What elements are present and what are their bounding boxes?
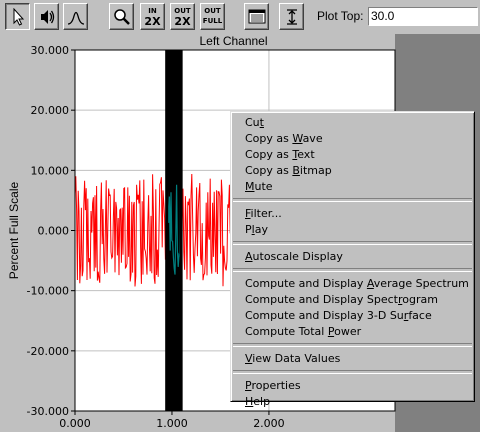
menu-item-view-data-values[interactable]: View Data Values — [231, 351, 474, 367]
menu-item-compute-and-display-3-d-surface[interactable]: Compute and Display 3-D Surface — [231, 308, 474, 324]
menu-item-play[interactable]: Play — [231, 222, 474, 238]
y-tick-label: 20.000 — [31, 104, 70, 117]
y-tick-label: -10.000 — [27, 285, 69, 298]
menu-item-copy-as-bitmap[interactable]: Copy as Bitmap — [231, 163, 474, 179]
x-tick-label: 1.000 — [156, 417, 188, 430]
menu-separator — [233, 268, 472, 272]
menu-separator — [233, 241, 472, 245]
menu-item-compute-and-display-spectrogram[interactable]: Compute and Display Spectrogram — [231, 292, 474, 308]
menu-item-properties[interactable]: Properties — [231, 378, 474, 394]
menu-item-copy-as-text[interactable]: Copy as Text — [231, 147, 474, 163]
menu-item-cut[interactable]: Cut — [231, 115, 474, 131]
y-tick-label: 10.000 — [31, 164, 70, 177]
y-tick-label: 30.000 — [31, 44, 70, 57]
menu-item-mute[interactable]: Mute — [231, 179, 474, 195]
menu-separator — [233, 370, 472, 374]
menu-item-autoscale-display[interactable]: Autoscale Display — [231, 249, 474, 265]
menu-item-filter[interactable]: Filter... — [231, 206, 474, 222]
context-menu: Cut Copy as Wave Copy as Text Copy as Bitma… — [230, 111, 475, 408]
menu-item-help[interactable]: Help — [231, 394, 474, 410]
menu-item-compute-total-power[interactable]: Compute Total Power — [231, 324, 474, 340]
menu-separator — [233, 198, 472, 202]
menu-item-copy-as-wave[interactable]: Copy as Wave — [231, 131, 474, 147]
y-tick-label: -20.000 — [27, 345, 69, 358]
menu-separator — [233, 343, 472, 347]
menu-item-compute-and-display-average-spectrum[interactable]: Compute and Display Average Spectrum — [231, 276, 474, 292]
selection-band — [165, 50, 183, 411]
x-tick-label: 2.000 — [253, 417, 285, 430]
y-tick-label: 0.000 — [38, 225, 70, 238]
x-tick-label: 0.000 — [59, 417, 91, 430]
y-axis-label: Percent Full Scale — [7, 181, 21, 279]
